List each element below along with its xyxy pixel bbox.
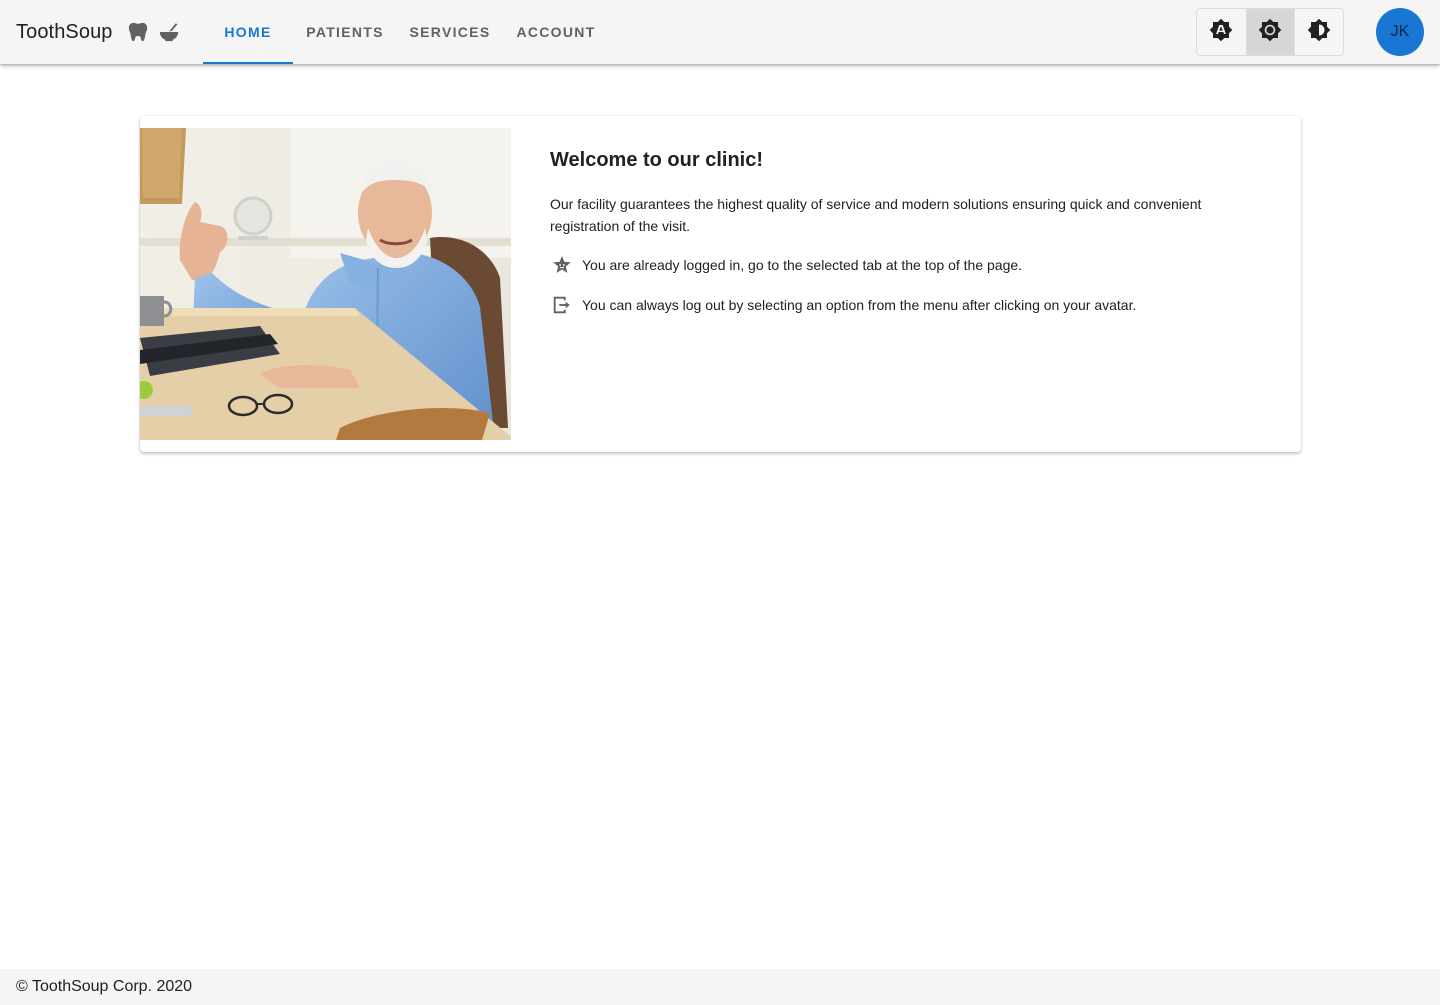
welcome-content: Welcome to our clinic! Our facility guar… — [550, 144, 1250, 317]
logout-icon — [550, 293, 574, 317]
tab-patients[interactable]: PATIENTS — [293, 0, 397, 64]
light-mode-icon — [1258, 18, 1282, 47]
clinic-photo — [140, 128, 511, 440]
tab-services[interactable]: SERVICES — [397, 0, 503, 64]
info-item-logged-in: You are already logged in, go to the sel… — [550, 253, 1250, 277]
user-avatar[interactable]: JK — [1376, 8, 1424, 56]
info-text-logout: You can always log out by selecting an o… — [582, 297, 1137, 313]
brand: ToothSoup — [16, 0, 181, 64]
dark-mode-icon — [1307, 18, 1331, 47]
light-mode-button[interactable] — [1245, 9, 1295, 55]
app-bar: ToothSoup HOME PATIENTS SERVICES ACCOUNT — [0, 0, 1440, 64]
tooth-icon — [127, 21, 149, 43]
welcome-description: Our facility guarantees the highest qual… — [550, 196, 1202, 234]
star-face-icon — [550, 253, 574, 277]
tab-home[interactable]: HOME — [203, 0, 293, 64]
welcome-title: Welcome to our clinic! — [550, 149, 763, 171]
mortar-pestle-icon — [157, 21, 181, 43]
theme-toggle-group — [1196, 8, 1344, 56]
brightness-auto-button[interactable] — [1197, 9, 1246, 55]
welcome-card: Welcome to our clinic! Our facility guar… — [140, 116, 1301, 452]
app-title: ToothSoup — [16, 20, 113, 43]
tab-account[interactable]: ACCOUNT — [503, 0, 609, 64]
footer: © ToothSoup Corp. 2020 — [0, 969, 1440, 1005]
brightness-auto-icon — [1209, 18, 1233, 47]
dark-mode-button[interactable] — [1294, 9, 1343, 55]
info-text-logged-in: You are already logged in, go to the sel… — [582, 257, 1023, 273]
footer-copyright: © ToothSoup Corp. 2020 — [16, 978, 193, 995]
main-tabs: HOME PATIENTS SERVICES ACCOUNT — [203, 0, 609, 64]
info-item-logout: You can always log out by selecting an o… — [550, 293, 1250, 317]
